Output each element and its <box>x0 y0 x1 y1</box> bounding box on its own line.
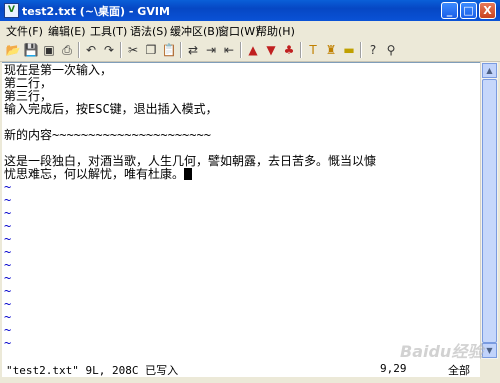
menu-help[interactable]: 帮助(H) <box>256 23 295 39</box>
watermark-logo: Baidu经验 <box>400 342 484 361</box>
scroll-up-arrow-icon[interactable]: ▲ <box>482 63 497 78</box>
tags-icon[interactable]: ▬ <box>341 42 357 58</box>
vertical-scrollbar[interactable]: ▲ ▼ <box>480 62 498 359</box>
text-editor[interactable]: 现在是第一次输入， 第二行， 第三行， 输入完成后，按ESC键，退出插入模式， … <box>2 62 480 360</box>
menu-buffers[interactable]: 缓冲区(B) <box>170 23 219 39</box>
open-icon[interactable]: 📂 <box>5 42 21 58</box>
menu-edit[interactable]: 编辑(E) <box>48 23 86 39</box>
menu-syntax[interactable]: 语法(S) <box>130 23 168 39</box>
vim-logo-icon[interactable]: V <box>4 3 19 18</box>
menu-file[interactable]: 文件(F) <box>6 23 43 39</box>
status-message: "test2.txt" 9L, 208C 已写入 <box>6 364 179 377</box>
cut-icon[interactable]: ✂ <box>125 42 141 58</box>
maximize-button[interactable]: □ <box>460 2 477 19</box>
window-title: test2.txt (~\桌面) - GVIM <box>22 5 170 18</box>
cursor-position: 9,29 <box>380 362 407 375</box>
find-prev-icon[interactable]: ⇤ <box>221 42 237 58</box>
toolbar-separator <box>300 42 302 58</box>
scrollbar-thumb[interactable] <box>482 79 497 343</box>
minimize-button[interactable]: _ <box>441 2 458 19</box>
replace-icon[interactable]: ⇄ <box>185 42 201 58</box>
save-session-icon[interactable]: ▼ <box>263 42 279 58</box>
gvim-window: V test2.txt (~\桌面) - GVIM _ □ X 文件(F) 编辑… <box>0 0 500 383</box>
toolbar-separator <box>180 42 182 58</box>
save-icon[interactable]: 💾 <box>23 42 39 58</box>
menu-bar: 文件(F) 编辑(E) 工具(T) 语法(S) 缓冲区(B) 窗口(W) 帮助(… <box>0 21 500 39</box>
current-line-text: 忧思难忘，何以解忧，唯有杜康。 <box>4 167 185 181</box>
copy-icon[interactable]: ❐ <box>143 42 159 58</box>
title-bar[interactable]: V test2.txt (~\桌面) - GVIM _ □ X <box>0 0 500 21</box>
print-icon[interactable]: ⎙ <box>59 42 75 58</box>
make-icon[interactable]: T <box>305 42 321 58</box>
toolbar: 📂 💾 ▣ ⎙ ↶ ↷ ✂ ❐ 📋 ⇄ ⇥ ⇤ ▲ ▼ ♣ T ♜ ▬ ? ⚲ <box>0 39 500 62</box>
find-next-icon[interactable]: ⇥ <box>203 42 219 58</box>
close-button[interactable]: X <box>479 2 496 19</box>
scroll-down-arrow-icon[interactable]: ▼ <box>482 343 497 358</box>
editor-line-current: 忧思难忘，何以解忧，唯有杜康。 <box>4 167 193 181</box>
shell-icon[interactable]: ♜ <box>323 42 339 58</box>
toolbar-separator <box>120 42 122 58</box>
menu-tools[interactable]: 工具(T) <box>90 23 127 39</box>
empty-line-tilde: ~ <box>4 336 12 350</box>
run-script-icon[interactable]: ♣ <box>281 42 297 58</box>
save-all-icon[interactable]: ▣ <box>41 42 57 58</box>
toolbar-separator <box>240 42 242 58</box>
status-line: "test2.txt" 9L, 208C 已写入 9,29 全部 <box>2 360 480 377</box>
toolbar-separator <box>78 42 80 58</box>
find-help-icon[interactable]: ⚲ <box>383 42 399 58</box>
menu-window[interactable]: 窗口(W) <box>218 23 259 39</box>
help-icon[interactable]: ? <box>365 42 381 58</box>
redo-icon[interactable]: ↷ <box>101 42 117 58</box>
toolbar-separator <box>360 42 362 58</box>
load-session-icon[interactable]: ▲ <box>245 42 261 58</box>
text-cursor <box>184 168 193 180</box>
scroll-position: 全部 <box>448 364 470 377</box>
paste-icon[interactable]: 📋 <box>161 42 177 58</box>
undo-icon[interactable]: ↶ <box>83 42 99 58</box>
editor-line: 输入完成后，按ESC键，退出插入模式， <box>4 102 218 116</box>
editor-line: 新的内容~~~~~~~~~~~~~~~~~~~~~~ <box>4 128 211 142</box>
